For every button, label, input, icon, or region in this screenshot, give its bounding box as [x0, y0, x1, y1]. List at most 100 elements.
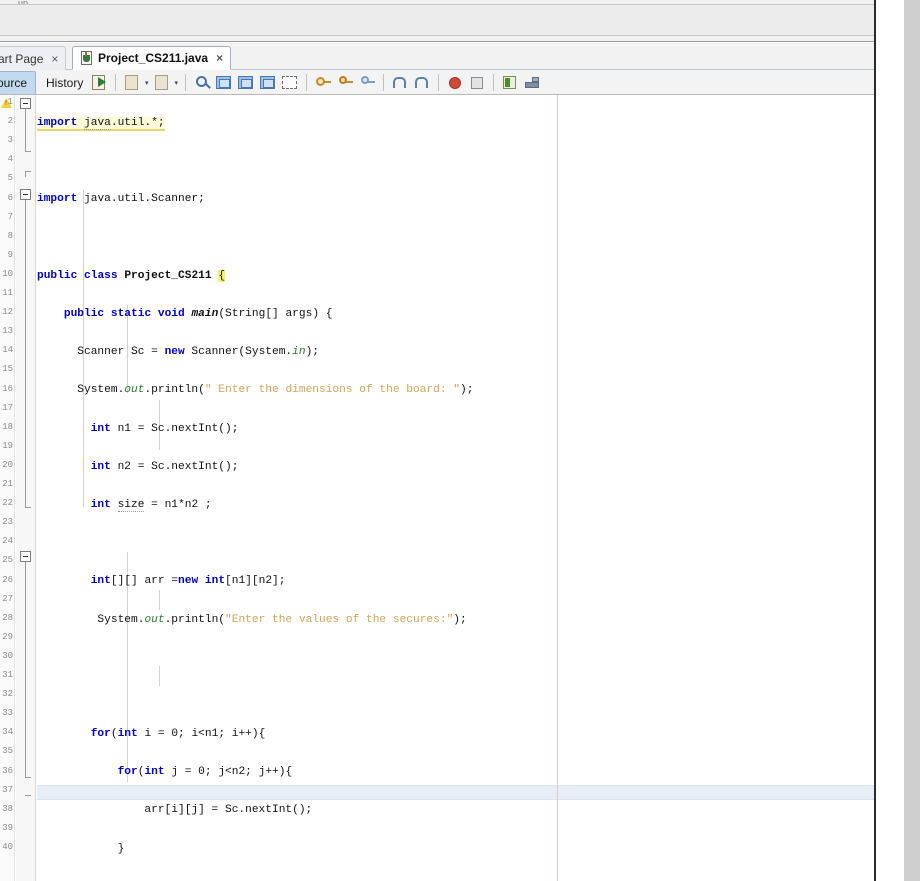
line-number: 10 — [2, 268, 13, 279]
fold-toggle-main[interactable] — [20, 189, 31, 200]
line-number: 15 — [2, 364, 13, 375]
top-panel-inner — [0, 4, 874, 36]
close-icon[interactable]: × — [213, 51, 223, 65]
line-number: 11 — [2, 288, 13, 298]
line-number: 1 — [7, 97, 13, 107]
tab-project-cs211-java[interactable]: Project_CS211.java × — [72, 46, 232, 70]
code-line: public static void main(String[] args) { — [63, 308, 333, 321]
code-text-area[interactable]: import java.util.*; import java.util.Sca… — [37, 95, 874, 881]
line-number: 18 — [2, 421, 13, 432]
tab-history-label: History — [46, 75, 84, 90]
stop-button[interactable] — [445, 73, 465, 92]
forward-button[interactable] — [152, 73, 172, 92]
line-number: 14 — [2, 345, 13, 356]
line-number: 9 — [7, 249, 13, 260]
tab-start-page[interactable]: art Page × — [0, 46, 67, 70]
close-icon[interactable]: × — [48, 52, 58, 66]
debug-file-button[interactable] — [522, 73, 542, 92]
line-number: 7 — [7, 211, 13, 222]
line-number: 21 — [2, 479, 13, 489]
line-number: 8 — [7, 230, 13, 241]
toolbar-separator — [306, 74, 308, 91]
tab-source-label: ource — [0, 76, 28, 90]
chevron-down-icon[interactable]: ▾ — [175, 79, 179, 87]
line-number: 6 — [7, 192, 13, 203]
line-number: 31 — [2, 670, 13, 680]
code-line: int size = n1*n2 ; — [90, 498, 212, 512]
line-number: 37 — [2, 784, 13, 795]
inspect-button[interactable] — [467, 73, 487, 92]
line-number: 28 — [2, 612, 13, 623]
code-line: System.out.println(" Enter the dimension… — [37, 384, 474, 397]
code-line: public class Project_CS211 { — [37, 269, 226, 282]
document-tab-bar: art Page × Project_CS211.java × — [0, 43, 874, 70]
line-number: 22 — [2, 498, 13, 509]
line-number: 34 — [2, 727, 13, 738]
line-number: 2 — [7, 116, 13, 127]
line-number: 40 — [2, 841, 13, 852]
shift-left-button[interactable] — [313, 73, 333, 92]
line-number: 25 — [2, 555, 13, 566]
comment-button[interactable] — [390, 73, 410, 92]
line-number: 26 — [2, 574, 13, 585]
last-edit-button[interactable] — [89, 73, 109, 92]
line-number: 33 — [2, 708, 13, 719]
fold-line — [25, 562, 26, 777]
editor-toolbar: ource History ▾ ▾ — [0, 70, 874, 95]
right-pane — [876, 0, 904, 881]
line-number: 38 — [2, 803, 13, 814]
tab-project-cs211-java-label: Project_CS211.java — [98, 51, 209, 65]
code-line: int[][] arr =new int[n1][n2]; — [90, 575, 286, 588]
error-gutter[interactable]: 1234567891011121314151617181920212223242… — [0, 95, 15, 881]
code-line: Scanner Sc = new Scanner(System.in); — [37, 346, 320, 359]
chevron-down-icon[interactable]: ▾ — [145, 79, 149, 87]
code-line: } — [37, 842, 125, 855]
toolbar-separator — [115, 74, 116, 91]
line-number: 16 — [2, 383, 13, 394]
previous-bookmark-button[interactable] — [214, 73, 234, 92]
code-folding-gutter[interactable] — [16, 95, 36, 881]
line-number: 24 — [2, 536, 13, 547]
fold-line — [25, 200, 26, 507]
line-number: 29 — [2, 631, 13, 642]
line-number: 27 — [2, 593, 13, 604]
line-number: 17 — [2, 402, 13, 413]
netbeans-ide-window: up art Page × Project_CS211.java × ource… — [0, 0, 920, 881]
line-number: 32 — [2, 689, 13, 700]
code-editor[interactable]: 1234567891011121314151617181920212223242… — [0, 95, 874, 881]
back-button[interactable] — [122, 73, 142, 92]
uncomment-button[interactable] — [412, 73, 432, 92]
toggle-bookmark-button[interactable] — [258, 73, 278, 92]
start-macro-recording-button[interactable] — [357, 73, 377, 92]
tab-history[interactable]: History — [38, 71, 91, 94]
line-number: 12 — [2, 307, 13, 318]
next-bookmark-button[interactable] — [236, 73, 256, 92]
fold-toggle-method[interactable] — [20, 551, 31, 562]
fold-line — [25, 171, 26, 177]
line-number: 19 — [2, 440, 13, 451]
toolbar-separator — [493, 74, 495, 91]
source-code[interactable]: import java.util.*; import java.util.Sca… — [37, 95, 874, 881]
line-number: 3 — [7, 135, 13, 146]
run-file-button[interactable] — [500, 73, 520, 92]
code-line: import java.util.Scanner; — [37, 193, 205, 206]
line-number: 39 — [2, 822, 13, 833]
line-number: 13 — [2, 326, 13, 337]
find-selection-button[interactable] — [192, 73, 212, 92]
fold-tick — [25, 795, 31, 796]
toggle-rectangular-selection-button[interactable] — [280, 73, 300, 92]
code-line: for(int j = 0; j<n2; j++){ — [117, 766, 293, 779]
line-number: 20 — [2, 459, 13, 470]
shift-right-button[interactable] — [335, 73, 355, 92]
fold-tick — [25, 507, 31, 508]
line-number-gutter: 1 2 3 4 5 6 7 8 9 10 11 12 13 14 15 16 17 18 19 20 21 22 23 24 2… — [0, 95, 15, 881]
line-number: 5 — [7, 173, 13, 184]
fold-toggle-import[interactable] — [20, 98, 31, 109]
code-line: int n2 = Sc.nextInt(); — [90, 460, 239, 473]
tab-source[interactable]: ource — [0, 71, 37, 94]
line-number: 36 — [2, 765, 13, 776]
